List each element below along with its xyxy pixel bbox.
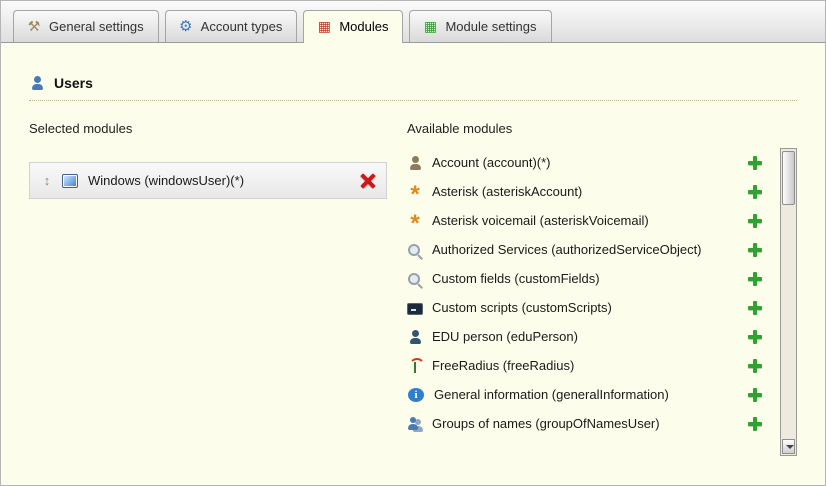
tab-label: Module settings bbox=[445, 19, 536, 34]
tab-label: Modules bbox=[339, 19, 388, 34]
tab-label: Account types bbox=[201, 19, 283, 34]
tab-bar: General settings Account types Modules M… bbox=[1, 1, 825, 43]
user-icon bbox=[29, 75, 45, 91]
antenna-icon bbox=[407, 358, 423, 374]
info-icon bbox=[408, 388, 424, 402]
available-module-row: General information (generalInformation) bbox=[407, 380, 774, 409]
selected-module-row: Windows (windowsUser)(*) bbox=[29, 162, 387, 199]
person-icon bbox=[407, 329, 423, 345]
add-icon[interactable] bbox=[748, 272, 762, 286]
tab-modules[interactable]: Modules bbox=[303, 10, 403, 43]
tab-general-settings[interactable]: General settings bbox=[13, 10, 159, 42]
scrollbar-down-button[interactable] bbox=[782, 439, 795, 454]
add-icon[interactable] bbox=[748, 301, 762, 315]
add-icon[interactable] bbox=[748, 359, 762, 373]
add-icon[interactable] bbox=[748, 330, 762, 344]
add-icon[interactable] bbox=[748, 243, 762, 257]
available-module-row: Authorized Services (authorizedServiceOb… bbox=[407, 235, 774, 264]
users-section-header: Users bbox=[29, 75, 797, 101]
section-title: Users bbox=[54, 75, 93, 91]
scrollbar-track[interactable] bbox=[780, 148, 797, 456]
add-icon[interactable] bbox=[748, 185, 762, 199]
delete-icon[interactable] bbox=[360, 173, 376, 189]
tab-label: General settings bbox=[49, 19, 144, 34]
available-module-label: Custom fields (customFields) bbox=[432, 271, 748, 286]
available-modules-heading: Available modules bbox=[407, 121, 797, 136]
add-icon[interactable] bbox=[748, 388, 762, 402]
magnifier-icon bbox=[407, 242, 423, 258]
drag-handle[interactable] bbox=[40, 173, 54, 188]
tab-module-settings[interactable]: Module settings bbox=[409, 10, 551, 42]
magnifier-icon bbox=[407, 271, 423, 287]
selected-modules-heading: Selected modules bbox=[29, 121, 401, 136]
available-module-label: Asterisk voicemail (asteriskVoicemail) bbox=[432, 213, 748, 228]
available-module-label: Authorized Services (authorizedServiceOb… bbox=[432, 242, 748, 257]
available-module-label: Account (account)(*) bbox=[432, 155, 748, 170]
available-module-row: Custom fields (customFields) bbox=[407, 264, 774, 293]
available-module-label: Groups of names (groupOfNamesUser) bbox=[432, 416, 748, 431]
settings-window: General settings Account types Modules M… bbox=[0, 0, 826, 486]
available-module-row: EDU person (eduPerson) bbox=[407, 322, 774, 351]
modules-icon bbox=[316, 18, 332, 34]
tab-account-types[interactable]: Account types bbox=[165, 10, 298, 42]
scrollbar-thumb[interactable] bbox=[782, 151, 795, 205]
available-module-label: FreeRadius (freeRadius) bbox=[432, 358, 748, 373]
available-module-label: Asterisk (asteriskAccount) bbox=[432, 184, 748, 199]
asterisk-voicemail-icon bbox=[407, 213, 423, 229]
module-settings-icon bbox=[422, 18, 438, 34]
available-module-row: Account (account)(*) bbox=[407, 148, 774, 177]
available-modules-column: Available modules Account (account)(*) A… bbox=[407, 121, 797, 456]
available-module-label: Custom scripts (customScripts) bbox=[432, 300, 748, 315]
available-module-label: General information (generalInformation) bbox=[434, 387, 748, 402]
add-icon[interactable] bbox=[748, 214, 762, 228]
available-module-row: FreeRadius (freeRadius) bbox=[407, 351, 774, 380]
asterisk-icon bbox=[407, 184, 423, 200]
gear-icon bbox=[178, 18, 194, 34]
terminal-icon bbox=[407, 303, 423, 315]
add-icon[interactable] bbox=[748, 156, 762, 170]
available-modules-list: Account (account)(*) Asterisk (asteriskA… bbox=[407, 148, 780, 456]
add-icon[interactable] bbox=[748, 417, 762, 431]
available-module-row: Custom scripts (customScripts) bbox=[407, 293, 774, 322]
windows-icon bbox=[62, 174, 78, 188]
available-module-row: Asterisk (asteriskAccount) bbox=[407, 177, 774, 206]
available-module-label: EDU person (eduPerson) bbox=[432, 329, 748, 344]
modules-panel: Users Selected modules Windows (windowsU… bbox=[1, 43, 825, 456]
wrench-icon bbox=[26, 18, 42, 34]
available-module-row: Asterisk voicemail (asteriskVoicemail) bbox=[407, 206, 774, 235]
group-icon bbox=[407, 416, 423, 432]
selected-module-label: Windows (windowsUser)(*) bbox=[88, 173, 360, 188]
selected-modules-column: Selected modules Windows (windowsUser)(*… bbox=[29, 121, 401, 456]
account-icon bbox=[407, 155, 423, 171]
available-module-row: Groups of names (groupOfNamesUser) bbox=[407, 409, 774, 438]
